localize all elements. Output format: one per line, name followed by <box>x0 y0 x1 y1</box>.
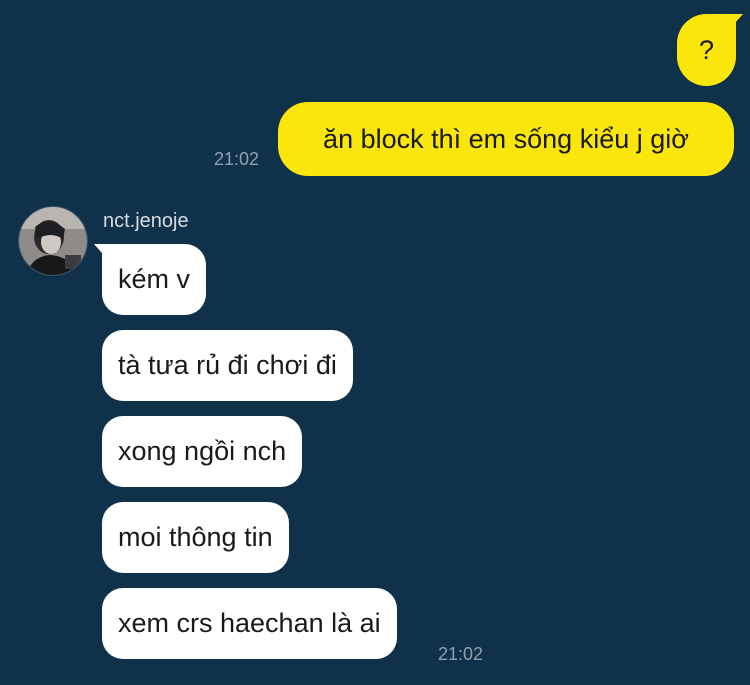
message-timestamp: 21:02 <box>214 149 260 169</box>
incoming-message[interactable]: xong ngồi nch <box>102 416 303 487</box>
incoming-message[interactable]: moi thông tin <box>102 502 289 573</box>
message-text: kém v <box>118 264 191 294</box>
sender-name: nct.jenoje <box>103 210 189 232</box>
message-text: moi thông tin <box>118 522 273 552</box>
message-timestamp: 21:02 <box>438 644 484 664</box>
message-text: tà tưa rủ đi chơi đi <box>118 350 337 380</box>
incoming-message[interactable]: kém v <box>93 244 207 315</box>
sender-avatar[interactable] <box>18 206 88 276</box>
message-text: xong ngồi nch <box>118 436 287 466</box>
incoming-message[interactable]: tà tưa rủ đi chơi đi <box>102 330 353 401</box>
chat-thread: ? ăn block thì em sống kiểu j giờ 21:02 … <box>0 0 750 685</box>
message-text: ? <box>698 34 715 65</box>
message-text: ăn block thì em sống kiểu j giờ <box>323 123 689 154</box>
outgoing-message[interactable]: ăn block thì em sống kiểu j giờ <box>278 102 734 176</box>
incoming-message[interactable]: xem crs haechan là ai <box>102 588 397 659</box>
outgoing-message[interactable]: ? <box>677 14 743 86</box>
profile-photo-icon <box>19 207 87 275</box>
message-text: xem crs haechan là ai <box>118 608 381 638</box>
